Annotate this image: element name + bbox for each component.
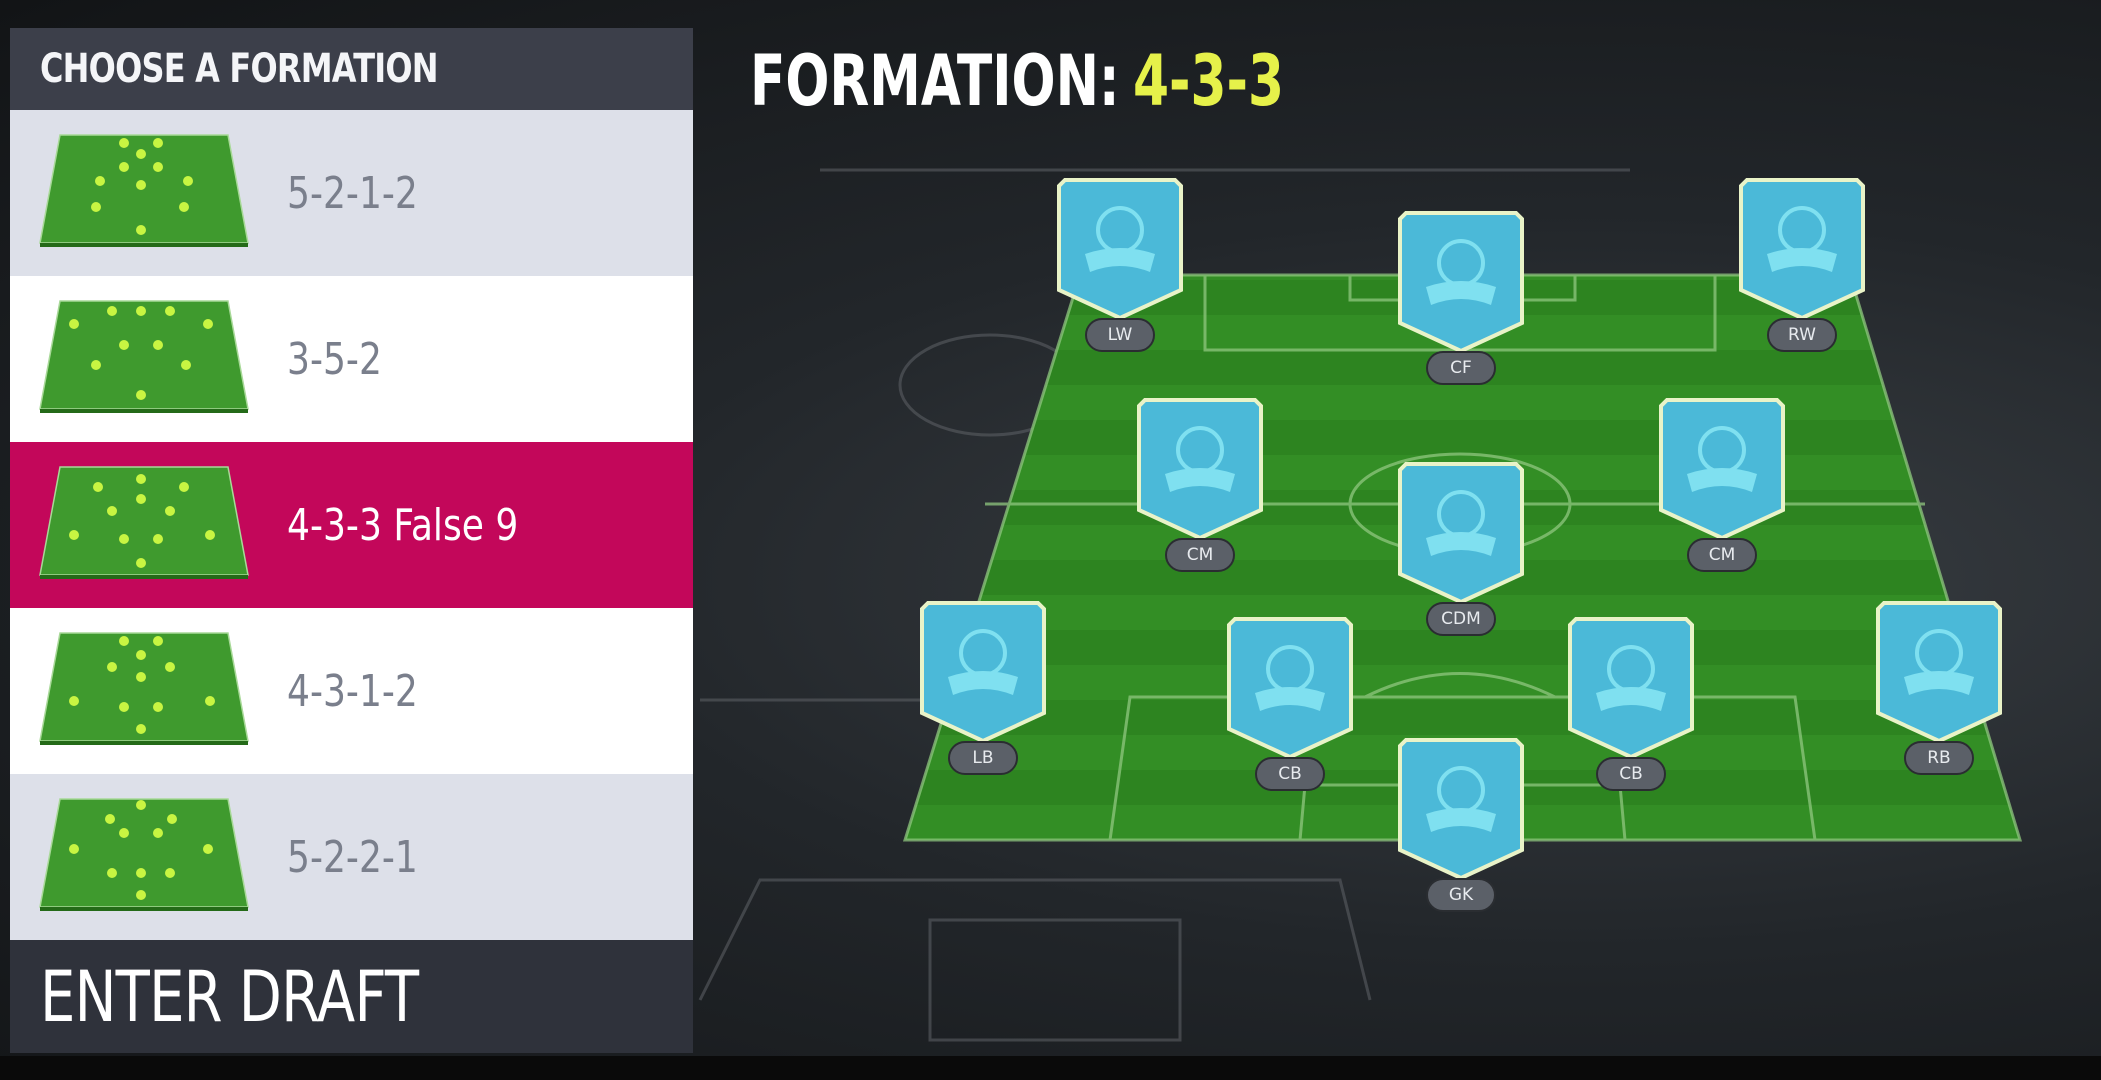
player-card-placeholder-icon <box>1739 178 1865 321</box>
position-badge-lb: LB <box>948 741 1018 775</box>
slot-lw[interactable]: LW <box>1055 172 1185 362</box>
player-card-placeholder-icon <box>920 601 1046 744</box>
slot-cm-left[interactable]: CM <box>1135 392 1265 582</box>
enter-draft-button[interactable]: ENTER DRAFT <box>10 940 693 1053</box>
bottom-bar <box>0 1056 2101 1080</box>
position-badge-cdm: CDM <box>1426 602 1496 636</box>
formation-label: 5-2-1-2 <box>287 167 418 219</box>
formation-pitch-icon <box>39 300 249 413</box>
position-badge-cf: CF <box>1426 351 1496 385</box>
panel-header: CHOOSE A FORMATION <box>10 28 693 110</box>
formation-pitch-icon <box>39 798 249 911</box>
player-card-placeholder-icon <box>1137 398 1263 541</box>
slot-gk[interactable]: GK <box>1396 732 1526 922</box>
slot-cdm[interactable]: CDM <box>1396 456 1526 646</box>
formation-pitch-icon <box>39 134 249 247</box>
formation-title-label: FORMATION: <box>750 40 1120 122</box>
formation-panel: CHOOSE A FORMATION 5-2-1-2 3-5-2 4-3-3 F… <box>10 28 693 1053</box>
formation-option[interactable]: 5-2-1-2 <box>10 110 693 276</box>
player-card-placeholder-icon <box>1057 178 1183 321</box>
slot-cb-left[interactable]: CB <box>1225 611 1355 801</box>
player-card-placeholder-icon <box>1227 617 1353 760</box>
player-card-placeholder-icon <box>1398 211 1524 354</box>
enter-draft-label: ENTER DRAFT <box>40 955 419 1038</box>
position-badge-cb-right: CB <box>1596 757 1666 791</box>
formation-option[interactable]: 5-2-2-1 <box>10 774 693 940</box>
position-badge-cm-left: CM <box>1165 538 1235 572</box>
position-badge-rb: RB <box>1904 741 1974 775</box>
formation-pitch-icon <box>39 466 249 579</box>
player-card-placeholder-icon <box>1398 738 1524 881</box>
slot-lb[interactable]: LB <box>918 595 1048 785</box>
slot-rw[interactable]: RW <box>1737 172 1867 362</box>
slot-cm-right[interactable]: CM <box>1657 392 1787 582</box>
slot-cf[interactable]: CF <box>1396 205 1526 395</box>
formation-pitch-icon <box>39 632 249 745</box>
position-badge-cm-right: CM <box>1687 538 1757 572</box>
formation-label: 3-5-2 <box>287 333 382 385</box>
formation-title-value: 4-3-3 <box>1132 40 1285 122</box>
formation-option-selected[interactable]: 4-3-3 False 9 <box>10 442 693 608</box>
slot-rb[interactable]: RB <box>1874 595 2004 785</box>
formation-option[interactable]: 4-3-1-2 <box>10 608 693 774</box>
position-badge-cb-left: CB <box>1255 757 1325 791</box>
position-badge-gk: GK <box>1426 878 1496 912</box>
position-badge-rw: RW <box>1767 318 1837 352</box>
formation-label: 5-2-2-1 <box>287 831 418 883</box>
position-badge-lw: LW <box>1085 318 1155 352</box>
formation-label: 4-3-1-2 <box>287 665 418 717</box>
formation-option[interactable]: 3-5-2 <box>10 276 693 442</box>
formation-label: 4-3-3 False 9 <box>287 499 519 551</box>
player-card-placeholder-icon <box>1876 601 2002 744</box>
slot-cb-right[interactable]: CB <box>1566 611 1696 801</box>
formation-title: FORMATION: 4-3-3 <box>750 36 1284 126</box>
player-card-placeholder-icon <box>1398 462 1524 605</box>
player-card-placeholder-icon <box>1659 398 1785 541</box>
player-card-placeholder-icon <box>1568 617 1694 760</box>
panel-title: CHOOSE A FORMATION <box>40 46 439 92</box>
